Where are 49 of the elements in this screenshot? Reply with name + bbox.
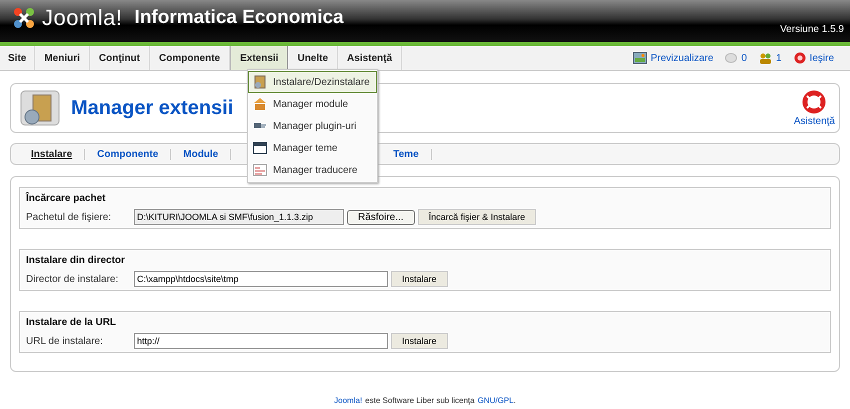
submenu-tab[interactable]: Teme <box>381 148 432 160</box>
joomla-logo-icon <box>12 6 36 30</box>
input-field[interactable]: http:// <box>134 333 388 349</box>
input-field[interactable]: D:\KITURI\JOOMLA si SMF\fusion_1.1.3.zip <box>134 209 344 225</box>
preview-link[interactable]: Previzualizare <box>650 52 714 64</box>
submenu-tab[interactable]: Componente <box>85 148 172 160</box>
section-title: Încărcare pachet <box>26 193 106 204</box>
submenu-tab[interactable]: Module <box>171 148 232 160</box>
dropdown-item[interactable]: Manager traducere <box>248 159 377 181</box>
field-label: Director de instalare: <box>26 274 120 284</box>
joomla-link[interactable]: Joomla! <box>334 396 362 405</box>
section-title: Instalare din director <box>26 255 126 266</box>
input-field[interactable]: C:\xampp\htdocs\site\tmp <box>134 271 388 287</box>
user-count: 1 <box>776 52 782 64</box>
preview-icon <box>632 52 647 64</box>
version-text: Versiune 1.5.9 <box>780 24 844 35</box>
logout-icon <box>794 52 806 64</box>
install-button[interactable]: Instalare <box>391 271 448 287</box>
language-icon <box>253 163 267 177</box>
lifebuoy-icon <box>802 90 826 114</box>
license-text: este Software Liber sub licenţa <box>365 396 475 405</box>
install-button[interactable]: Încarcă fişier & Instalare <box>418 209 536 225</box>
install-button[interactable]: Instalare <box>391 333 448 349</box>
menu-item[interactable]: Conţinut <box>90 46 150 70</box>
section-title: Instalare de la URL <box>26 317 118 328</box>
dropdown-item[interactable]: Manager module <box>248 93 377 115</box>
users-icon <box>758 52 772 64</box>
menu-item[interactable]: Site <box>0 46 36 70</box>
window-icon <box>253 141 267 155</box>
period-text: . <box>514 396 516 405</box>
field-label: URL de instalare: <box>26 336 104 346</box>
help-button[interactable]: Asistenţă <box>794 90 835 126</box>
logout-link[interactable]: Ieşire <box>810 52 834 64</box>
dropdown-item[interactable]: Instalare/Dezinstalare <box>248 71 377 93</box>
dropdown-item[interactable]: Manager teme <box>248 137 377 159</box>
message-count: 0 <box>741 52 747 64</box>
box-icon <box>253 75 267 89</box>
submenu-tab[interactable]: Instalare <box>19 148 86 160</box>
dropdown-item[interactable]: Manager plugin-uri <box>248 115 377 137</box>
license-link[interactable]: GNU/GPL <box>478 396 514 405</box>
menu-item[interactable]: Meniuri <box>35 46 90 70</box>
browse-button[interactable]: Răsfoire... <box>347 210 415 224</box>
page-title: Manager extensii <box>71 96 234 120</box>
site-name: Informatica Economica <box>134 7 344 29</box>
message-icon <box>725 52 738 64</box>
menu-item[interactable]: Extensii <box>230 46 288 70</box>
module-icon <box>253 97 267 111</box>
field-label: Pachetul de fişiere: <box>26 212 112 222</box>
logo-text: Joomla! <box>42 5 123 31</box>
